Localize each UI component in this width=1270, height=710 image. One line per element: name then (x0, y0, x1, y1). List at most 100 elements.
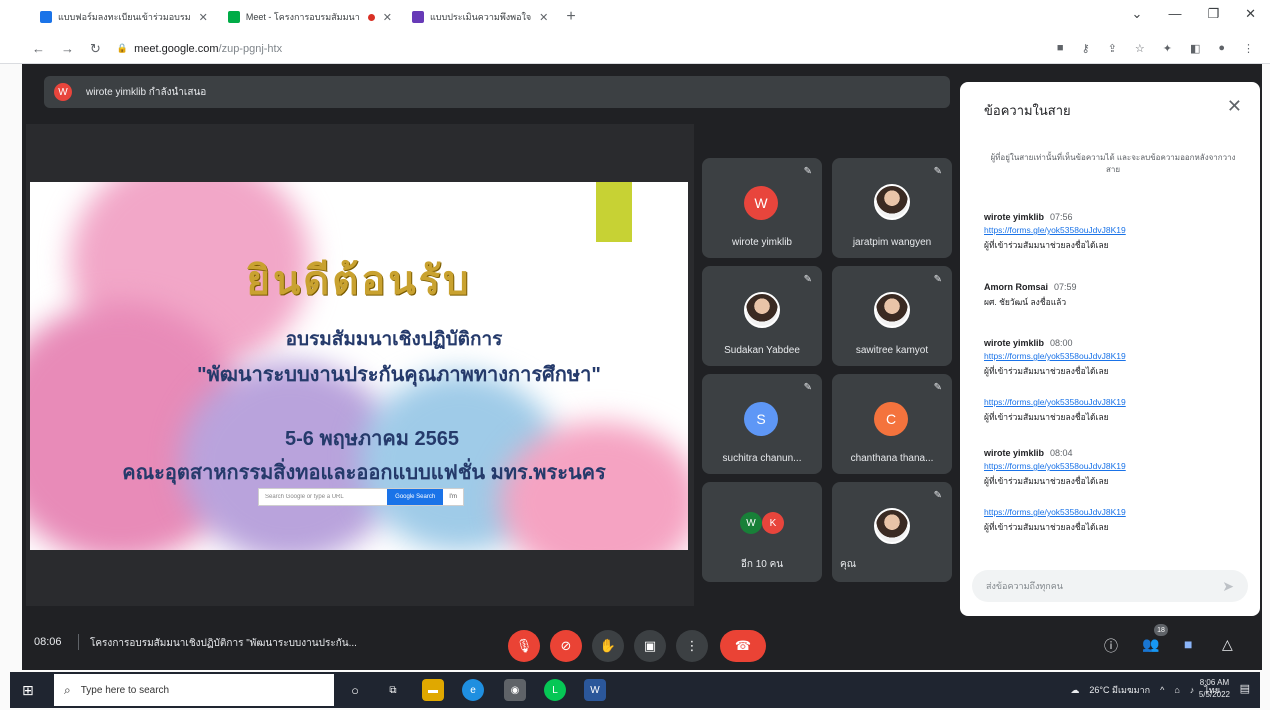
sidebar-icon[interactable]: ◧ (1190, 42, 1200, 55)
message-body: ผู้ที่เข้าร่วมสัมมนาช่วยลงชื่อได้เลย (984, 240, 1109, 250)
raise-hand-button[interactable]: ✋ (592, 630, 624, 662)
windows-taskbar: ⊞ ⌕ Type here to search ○ ⧉ ▬ e ◉ L W ☁ … (10, 672, 1260, 708)
close-tab-icon[interactable]: ✕ (539, 11, 548, 24)
camera-toggle-button[interactable]: ⊘ (550, 630, 582, 662)
presenter-banner: W wirote yimklib กำลังนำเสนอ (44, 76, 950, 108)
meet-favicon-icon (227, 11, 240, 23)
menu-icon[interactable]: ⋮ (1243, 42, 1254, 55)
cortana-icon[interactable]: ○ (344, 679, 366, 701)
chat-panel: ข้อความในสาย ✕ ผู้ที่อยู่ในสายเท่านั้นที… (960, 82, 1260, 616)
participant-name: chanthana thana... (850, 453, 934, 464)
message-time: 08:04 (1050, 448, 1073, 458)
slide-search-box: Search Google or type a URL Google Searc… (258, 488, 464, 506)
info-icon[interactable]: ⓘ (1104, 636, 1118, 656)
mic-off-icon: ✎ (803, 274, 812, 285)
file-explorer-icon[interactable]: ▬ (422, 679, 444, 701)
message-time: 07:56 (1050, 212, 1073, 222)
people-icon[interactable]: 👥 (1142, 636, 1159, 653)
slide-accent-block (596, 182, 632, 242)
meeting-title: โครงการอบรมสัมมนาเชิงปฏิบัติการ "พัฒนาระ… (90, 638, 357, 649)
volume-icon[interactable]: ♪ (1190, 685, 1195, 695)
chat-title: ข้อความในสาย (984, 103, 1071, 118)
participant-tile[interactable]: ✎ sawitree kamyot (832, 266, 952, 366)
activities-icon[interactable]: △ (1222, 636, 1233, 653)
meeting-control-bar: 08:06 โครงการอบรมสัมมนาเชิงปฏิบัติการ "พ… (22, 618, 1262, 670)
close-window-icon[interactable]: ✕ (1245, 6, 1256, 22)
participant-tile[interactable]: ✎ S suchitra chanun... (702, 374, 822, 474)
forward-button[interactable]: → (61, 41, 74, 56)
maximize-icon[interactable]: ❐ (1207, 6, 1219, 22)
minimize-icon[interactable]: — (1168, 6, 1181, 22)
message-link[interactable]: https://forms.gle/yok5358ouJdvJ8K19 (984, 507, 1242, 517)
system-tray: ☁ 26°C มีเมฆมาก ^ ⌂ ♪ ไทย (1070, 683, 1220, 697)
close-icon[interactable]: ✕ (1227, 96, 1242, 117)
chevron-down-icon[interactable]: ⌄ (1132, 6, 1143, 22)
mic-off-icon: ✎ (803, 382, 812, 393)
word-icon[interactable]: W (584, 679, 606, 701)
self-tile[interactable]: ✎ คุณ (832, 482, 952, 582)
new-tab-button[interactable]: + (566, 8, 575, 26)
participant-photo (744, 292, 780, 328)
line-app-icon[interactable]: L (544, 679, 566, 701)
mic-toggle-button[interactable]: 🎙 (508, 630, 540, 662)
chrome-icon[interactable]: ◉ (504, 679, 526, 701)
chat-message-input[interactable]: ส่งข้อความถึงทุกคน ➤ (972, 570, 1248, 602)
message-author: Amorn Romsai (984, 282, 1049, 292)
taskbar-clock[interactable]: 8:06 AM 5/5/2022 (1199, 677, 1230, 701)
reload-button[interactable]: ↻ (90, 41, 101, 57)
key-icon[interactable]: ⚷ (1082, 42, 1090, 55)
lock-icon[interactable]: 🔒 (117, 43, 128, 54)
share-icon[interactable]: ⇪ (1108, 42, 1117, 55)
send-icon[interactable]: ➤ (1222, 578, 1234, 595)
tab-label: แบบประเมินความพึงพอใจ (429, 12, 532, 22)
message-link[interactable]: https://forms.gle/yok5358ouJdvJ8K19 (984, 225, 1242, 235)
message-body: ผู้ที่เข้าร่วมสัมมนาช่วยลงชื่อได้เลย (984, 366, 1109, 376)
taskbar-search-box[interactable]: ⌕ Type here to search (54, 674, 334, 706)
forms-favicon-icon (40, 11, 52, 23)
more-participants-tile[interactable]: W K อีก 10 คน (702, 482, 822, 582)
participant-avatar: S (744, 402, 778, 436)
close-tab-icon[interactable]: ✕ (383, 11, 392, 24)
network-icon[interactable]: ⌂ (1174, 685, 1179, 695)
present-button[interactable]: ▣ (634, 630, 666, 662)
browser-tab-3[interactable]: แบบประเมินความพึงพอใจ ✕ (406, 4, 554, 30)
weather-text[interactable]: 26°C มีเมฆมาก (1089, 683, 1150, 697)
leave-call-button[interactable]: ☎ (720, 630, 766, 662)
slide-search-placeholder: Search Google or type a URL (265, 494, 344, 500)
tab-label: Meet - โครงการอบรมสัมมนา (245, 12, 360, 22)
browser-tab-2[interactable]: Meet - โครงการอบรมสัมมนา ✕ (222, 4, 398, 30)
url-field[interactable]: meet.google.com/zup-pgnj-htx (134, 43, 282, 55)
task-view-icon[interactable]: ⧉ (382, 679, 404, 701)
edge-icon[interactable]: e (462, 679, 484, 701)
clock-date: 5/5/2022 (1198, 690, 1230, 699)
notification-icon[interactable]: ▤ (1240, 682, 1250, 695)
participant-tile[interactable]: ✎ C chanthana thana... (832, 374, 952, 474)
participant-tile[interactable]: ✎ W wirote yimklib (702, 158, 822, 258)
weather-cloud-icon[interactable]: ☁ (1070, 685, 1079, 696)
profile-icon[interactable]: ● (1218, 42, 1225, 55)
message-body: ผู้ที่เข้าร่วมสัมมนาช่วยลงชื่อได้เลย (984, 476, 1109, 486)
more-options-button[interactable]: ⋮ (676, 630, 708, 662)
message-link[interactable]: https://forms.gle/yok5358ouJdvJ8K19 (984, 461, 1242, 471)
close-tab-icon[interactable]: ✕ (199, 11, 208, 24)
participant-tile[interactable]: ✎ jaratpim wangyen (832, 158, 952, 258)
chat-icon[interactable]: ■ (1184, 636, 1192, 652)
camera-off-icon: ⊘ (560, 638, 572, 653)
message-link[interactable]: https://forms.gle/yok5358ouJdvJ8K19 (984, 397, 1242, 407)
extensions-icon[interactable]: ✦ (1163, 42, 1172, 55)
slide-title: ยินดีต้อนรับ (246, 259, 472, 303)
message-time: 08:00 (1050, 338, 1073, 348)
mic-off-icon: ✎ (803, 166, 812, 177)
more-participants-label: อีก 10 คน (740, 559, 784, 570)
participant-count-badge: 18 (1154, 624, 1168, 636)
chevron-up-icon[interactable]: ^ (1160, 685, 1164, 695)
windows-start-icon[interactable]: ⊞ (22, 682, 34, 699)
participant-tile[interactable]: ✎ Sudakan Yabdee (702, 266, 822, 366)
camera-icon[interactable]: ■ (1057, 42, 1064, 55)
star-icon[interactable]: ☆ (1135, 42, 1145, 55)
mic-off-icon: ✎ (933, 490, 942, 501)
message-link[interactable]: https://forms.gle/yok5358ouJdvJ8K19 (984, 351, 1242, 361)
taskbar-search-placeholder: Type here to search (80, 684, 170, 696)
browser-tab-1[interactable]: แบบฟอร์มลงทะเบียนเข้าร่วมอบรม ✕ (34, 4, 214, 30)
back-button[interactable]: ← (32, 41, 45, 56)
